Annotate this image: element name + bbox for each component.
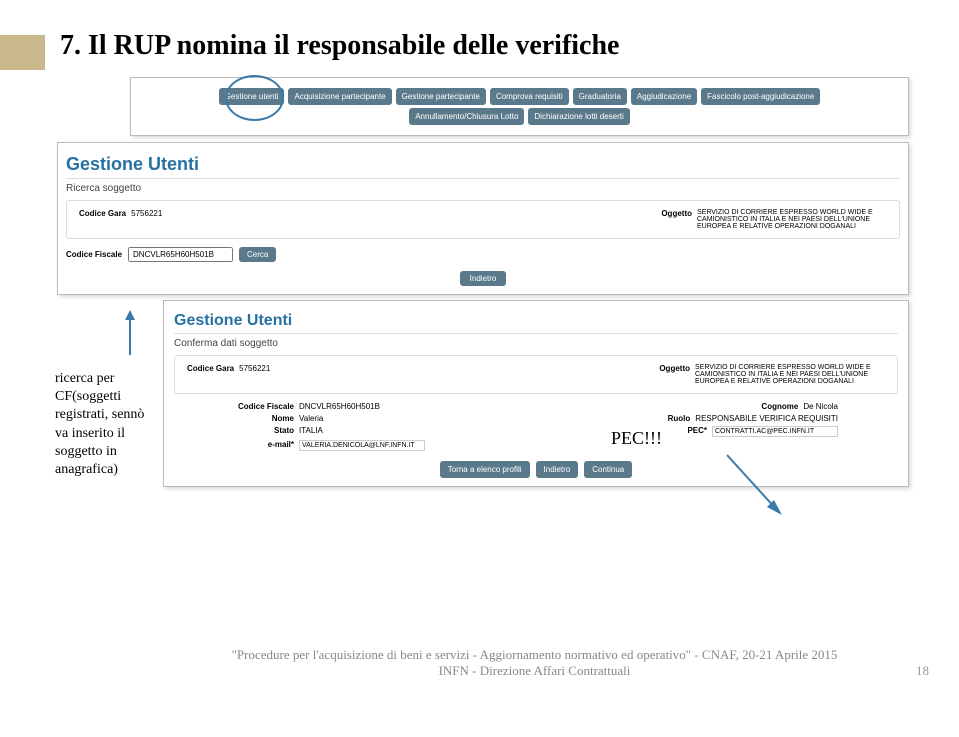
btn-gestione-partecipante[interactable]: Gestione partecipante <box>396 88 486 105</box>
btn-comprova-requisiti[interactable]: Comprova requisiti <box>490 88 569 105</box>
accent-bar <box>0 35 45 70</box>
continua-button[interactable]: Continua <box>584 461 632 478</box>
footer-line1: "Procedure per l'acquisizione di beni e … <box>55 647 959 663</box>
circle-annotation <box>225 75 284 121</box>
torna-elenco-button[interactable]: Torna a elenco profili <box>440 461 530 478</box>
btn-fascicolo[interactable]: Fascicolo post-aggiudicazione <box>701 88 820 105</box>
indietro-button-2[interactable]: Indietro <box>536 461 579 478</box>
btn-dichiarazione[interactable]: Dichiarazione lotti deserti <box>528 108 629 125</box>
oggetto-label: Oggetto <box>661 209 692 230</box>
btn-acquisizione-partecipante[interactable]: Acquisizione partecipante <box>288 88 391 105</box>
btn-annullamento[interactable]: Annullamento/Chiusura Lotto <box>409 108 524 125</box>
gestione-utenti-panel-2: Gestione Utenti Conferma dati soggetto C… <box>163 300 909 487</box>
p2-ruolo-label: Ruolo <box>645 414 690 423</box>
indietro-button-1[interactable]: Indietro <box>460 271 507 286</box>
p2-email-label: e-mail* <box>234 440 294 451</box>
panel1-infobox: Codice Gara 5756221 Oggetto SERVIZIO DI … <box>66 200 900 239</box>
cf-row: Codice Fiscale Cerca <box>66 247 900 262</box>
p2-codice-gara-label: Codice Gara <box>187 364 234 385</box>
p2-cf-value: DNCVLR65H60H501B <box>299 402 380 411</box>
form-row-nome: Nome Valeria Ruolo RESPONSABILE VERIFICA… <box>234 414 838 423</box>
btn-aggiudicazione[interactable]: Aggiudicazione <box>631 88 697 105</box>
oggetto-value: SERVIZIO DI CORRIERE ESPRESSO WORLD WIDE… <box>697 209 887 230</box>
p2-nome-value: Valeria <box>299 414 323 423</box>
slide-title: 7. Il RUP nomina il responsabile delle v… <box>60 30 909 62</box>
form-row-cf: Codice Fiscale DNCVLR65H60H501B Cognome … <box>234 402 838 411</box>
p2-cf-label: Codice Fiscale <box>234 402 294 411</box>
panel2-infobox: Codice Gara 5756221 Oggetto SERVIZIO DI … <box>174 355 898 394</box>
p2-ruolo-value: RESPONSABILE VERIFICA REQUISITI <box>695 414 838 423</box>
cf-input[interactable] <box>128 247 233 262</box>
btn-graduatoria[interactable]: Graduatoria <box>573 88 627 105</box>
p2-email-input[interactable] <box>299 440 425 451</box>
gestione-utenti-panel-1: Gestione Utenti Ricerca soggetto Codice … <box>57 142 909 295</box>
panel1-subtitle: Ricerca soggetto <box>66 178 900 194</box>
p2-oggetto-value: SERVIZIO DI CORRIERE ESPRESSO WORLD WIDE… <box>695 364 885 385</box>
p2-cognome-value: De Nicola <box>803 402 838 411</box>
pec-annotation-text: PEC!!! <box>611 428 662 449</box>
p2-nome-label: Nome <box>234 414 294 423</box>
footer-line2: INFN - Direzione Affari Contrattuali <box>55 663 959 679</box>
cf-label: Codice Fiscale <box>66 250 122 259</box>
footer: "Procedure per l'acquisizione di beni e … <box>55 647 959 679</box>
p2-cognome-label: Cognome <box>753 402 798 411</box>
p2-pec-label: PEC* <box>662 426 707 437</box>
p2-stato-value: ITALIA <box>299 426 323 437</box>
panel2-title: Gestione Utenti <box>174 312 898 330</box>
p2-oggetto-label: Oggetto <box>659 364 690 385</box>
p2-stato-label: Stato <box>234 426 294 437</box>
arrow-pec-annotation <box>717 450 797 530</box>
p2-codice-gara-value: 5756221 <box>239 364 270 385</box>
codice-gara-value: 5756221 <box>131 209 162 230</box>
form-row-stato: Stato ITALIA PEC* <box>234 426 838 437</box>
arrow-cf-annotation <box>115 310 145 360</box>
codice-gara-label: Codice Gara <box>79 209 126 230</box>
cerca-button[interactable]: Cerca <box>239 247 276 262</box>
page-number: 18 <box>916 663 929 679</box>
panel2-subtitle: Conferma dati soggetto <box>174 333 898 349</box>
p2-pec-input[interactable] <box>712 426 838 437</box>
panel1-title: Gestione Utenti <box>66 154 900 175</box>
side-note-text: ricerca per CF(soggetti registrati, senn… <box>55 370 145 479</box>
